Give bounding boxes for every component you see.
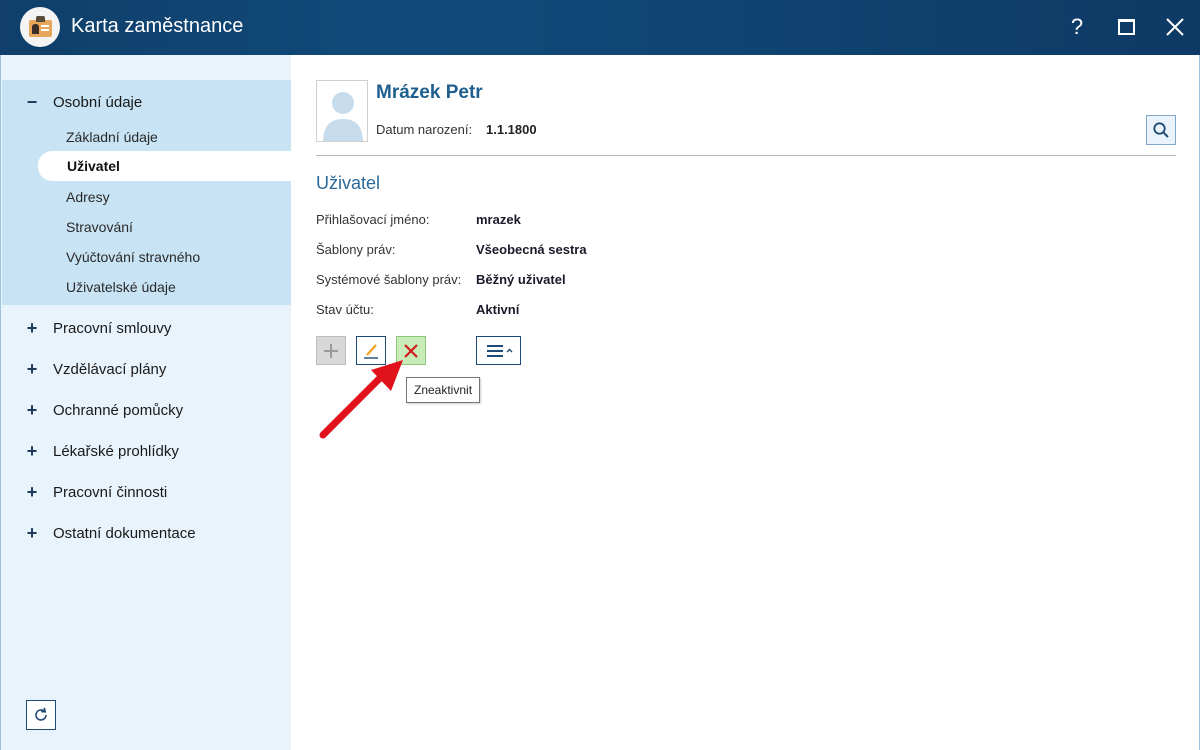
hamburger-menu-icon — [486, 344, 512, 357]
sidebar-group-label: Pracovní smlouvy — [53, 320, 172, 337]
sidebar-group-vzdelavaci-plany[interactable]: + Vzdělávací plány — [1, 360, 292, 380]
maximize-button[interactable] — [1111, 12, 1141, 42]
field-value-login: mrazek — [476, 212, 521, 227]
avatar — [316, 80, 368, 142]
main-panel: Mrázek Petr Datum narození: 1.1.1800 Uži… — [291, 55, 1200, 750]
field-label-system-templates: Systémové šablony práv: — [316, 272, 462, 287]
sidebar-item-zakladni-udaje[interactable]: Základní údaje — [66, 129, 158, 145]
sidebar-group-ostatni-dokumentace[interactable]: + Ostatní dokumentace — [1, 524, 292, 544]
employee-name: Mrázek Petr — [376, 82, 483, 103]
help-icon: ? — [1070, 14, 1084, 39]
close-button[interactable] — [1160, 12, 1190, 42]
more-menu-button[interactable] — [476, 336, 521, 365]
sidebar-item-stravovani[interactable]: Stravování — [66, 219, 133, 235]
search-icon — [1153, 122, 1169, 138]
field-value-account-state: Aktivní — [476, 302, 520, 317]
employee-card-icon — [20, 7, 60, 47]
search-button[interactable] — [1146, 115, 1176, 145]
field-value-templates: Všeobecná sestra — [476, 242, 587, 257]
sidebar-group-pracovni-smlouvy[interactable]: + Pracovní smlouvy — [1, 319, 292, 339]
sidebar-group-expanded — [2, 80, 292, 305]
field-label-login: Přihlašovací jméno: — [316, 212, 430, 227]
dob-value: 1.1.1800 — [486, 122, 537, 137]
sidebar-group-pracovni-cinnosti[interactable]: + Pracovní činnosti — [1, 483, 292, 503]
tooltip: Zneaktivnit — [406, 377, 481, 403]
collapse-icon: − — [26, 92, 38, 112]
person-placeholder-icon — [323, 92, 363, 141]
close-icon — [1166, 18, 1184, 36]
expand-icon: + — [26, 482, 38, 502]
sidebar-item-vyuctovani-stravneho[interactable]: Vyúčtování stravného — [66, 249, 200, 265]
sidebar-group-lekarske-prohlidky[interactable]: + Lékařské prohlídky — [1, 442, 292, 462]
sidebar: − Osobní údaje Základní údaje Uživatel A… — [0, 55, 292, 750]
sidebar-item-uzivatel[interactable]: Uživatel — [38, 151, 292, 181]
section-title: Uživatel — [316, 173, 381, 193]
dob-label: Datum narození: — [376, 122, 473, 137]
sidebar-item-adresy[interactable]: Adresy — [66, 189, 110, 205]
sidebar-group-label: Osobní údaje — [53, 94, 143, 111]
refresh-icon — [35, 707, 47, 721]
refresh-button[interactable] — [26, 700, 56, 730]
annotation-arrow — [319, 360, 403, 439]
sidebar-group-label: Pracovní činnosti — [53, 484, 168, 501]
sidebar-group-label: Vzdělávací plány — [53, 361, 167, 378]
sidebar-item-label: Uživatel — [67, 158, 120, 174]
sidebar-group-label: Ochranné pomůcky — [53, 402, 184, 419]
expand-icon: + — [26, 441, 38, 461]
expand-icon: + — [26, 523, 38, 543]
sidebar-group-label: Lékařské prohlídky — [53, 443, 179, 460]
field-label-templates: Šablony práv: — [316, 242, 396, 257]
sidebar-group-osobni-udaje[interactable]: − Osobní údaje — [1, 93, 292, 113]
title-bar: Karta zaměstnance ? — [0, 0, 1200, 55]
window-title: Karta zaměstnance — [71, 15, 244, 37]
help-button[interactable]: ? — [1062, 12, 1092, 42]
header-divider — [316, 155, 1176, 156]
sidebar-group-ochranne-pomucky[interactable]: + Ochranné pomůcky — [1, 401, 292, 421]
expand-icon: + — [26, 400, 38, 420]
maximize-icon — [1117, 19, 1135, 35]
sidebar-group-label: Ostatní dokumentace — [53, 525, 196, 542]
field-label-account-state: Stav účtu: — [316, 302, 374, 317]
expand-icon: + — [26, 318, 38, 338]
field-value-system-templates: Běžný uživatel — [476, 272, 566, 287]
expand-icon: + — [26, 359, 38, 379]
sidebar-item-uzivatelske-udaje[interactable]: Uživatelské údaje — [66, 279, 176, 295]
